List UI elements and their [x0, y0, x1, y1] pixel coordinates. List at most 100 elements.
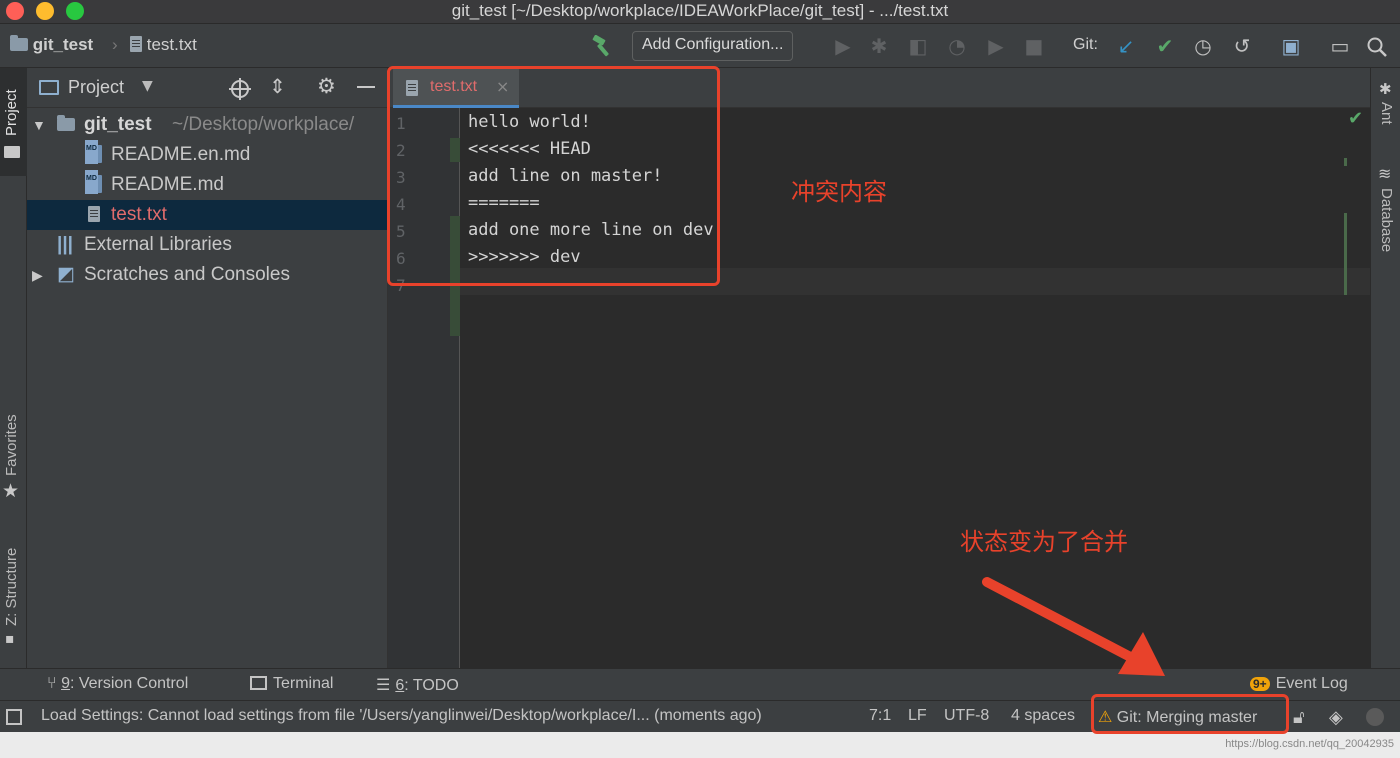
- folder-icon: [10, 35, 28, 51]
- root-path: ~/Desktop/workplace/: [172, 114, 355, 135]
- git-label: Git:: [1073, 36, 1098, 53]
- search-everywhere-icon[interactable]: [1366, 36, 1388, 58]
- breadcrumb-project[interactable]: git_test: [10, 35, 93, 55]
- git-rollback-icon[interactable]: ↺: [1230, 34, 1254, 58]
- inspector-icon[interactable]: ◈: [1329, 707, 1343, 728]
- inspection-ok-icon[interactable]: ✔: [1348, 108, 1363, 129]
- project-view-selector[interactable]: Project: [68, 77, 124, 98]
- terminal-label: Terminal: [273, 675, 334, 692]
- markdown-file-icon: [85, 170, 102, 194]
- tree-item-test-txt[interactable]: test.txt: [27, 200, 387, 230]
- project-panel-header: Project ▼ ⇕ ⚙: [27, 68, 387, 108]
- chevron-down-icon[interactable]: ▼: [32, 110, 46, 140]
- ant-tool-button[interactable]: Ant: [1378, 102, 1395, 125]
- todo-label: : TODO: [404, 677, 459, 694]
- scrollbar-marker: [1344, 158, 1347, 166]
- database-tool-button[interactable]: Database: [1378, 188, 1395, 252]
- status-annotation: 状态变为了合并: [960, 528, 1128, 556]
- database-icon: ≋: [1378, 164, 1392, 183]
- read-only-lock-icon[interactable]: 🔓︎: [1293, 707, 1305, 728]
- presentation-mode-icon[interactable]: ▭: [1328, 34, 1352, 58]
- chevron-right-icon[interactable]: ▶: [32, 260, 43, 290]
- stop-icon[interactable]: ■: [1022, 34, 1046, 58]
- tree-item-scratches[interactable]: ▶ ◩ Scratches and Consoles: [27, 260, 387, 290]
- hide-panel-icon[interactable]: [357, 86, 375, 88]
- breadcrumb-file[interactable]: test.txt: [130, 35, 197, 55]
- screenshot-footer: https://blog.csdn.net/qq_20042935: [0, 732, 1400, 758]
- project-tool-button[interactable]: Project: [3, 89, 20, 136]
- tree-item-external-libraries[interactable]: ||| External Libraries: [27, 230, 387, 260]
- event-log-label: Event Log: [1275, 675, 1348, 692]
- line-separator[interactable]: LF: [908, 707, 927, 725]
- memory-indicator-icon[interactable]: [1366, 708, 1384, 726]
- list-icon: ☰: [376, 677, 391, 694]
- terminal-icon: [250, 676, 267, 690]
- file-label: README.en.md: [111, 144, 251, 165]
- toggle-tool-windows-icon[interactable]: [6, 709, 22, 725]
- tree-root-git-test[interactable]: ▼ git_test ~/Desktop/workplace/: [27, 110, 387, 140]
- star-icon: ★: [2, 480, 20, 502]
- scrollbar-marker: [1344, 213, 1347, 295]
- event-log-tool[interactable]: 9+ Event Log: [1250, 675, 1348, 693]
- file-label: README.md: [111, 174, 224, 195]
- build-hammer-icon[interactable]: [590, 35, 614, 57]
- git-update-icon[interactable]: ↙: [1114, 34, 1138, 58]
- todo-tool[interactable]: ☰ 6: TODO: [376, 675, 459, 695]
- run-icon[interactable]: ▶: [831, 34, 855, 58]
- version-control-tool[interactable]: ⑂ 9: Version Control: [47, 675, 188, 693]
- version-control-label: : Version Control: [69, 675, 189, 692]
- indent-setting[interactable]: 4 spaces: [1011, 707, 1075, 725]
- file-label: test.txt: [111, 204, 167, 225]
- project-folder-icon: [4, 146, 20, 158]
- window-title: git_test [~/Desktop/workplace/IDEAWorkPl…: [451, 1, 949, 20]
- locate-icon[interactable]: [229, 78, 251, 100]
- structure-tool-button[interactable]: Z: Structure: [3, 548, 20, 626]
- tree-item-readme[interactable]: README.md: [27, 170, 387, 200]
- profile-icon[interactable]: ◔: [945, 34, 969, 58]
- scratches-label: Scratches and Consoles: [84, 264, 290, 285]
- ant-icon: ✱: [1379, 80, 1392, 98]
- markdown-file-icon: [85, 140, 102, 164]
- libraries-icon: |||: [57, 234, 73, 255]
- run-with-coverage-icon[interactable]: ◧: [906, 34, 930, 58]
- scratches-icon: ◩: [57, 264, 75, 285]
- conflict-annotation: 冲突内容: [791, 178, 887, 206]
- watermark: https://blog.csdn.net/qq_20042935: [1225, 738, 1394, 750]
- external-libraries-label: External Libraries: [84, 234, 232, 255]
- project-panel: Project ▼ ⇕ ⚙ ▼ git_test ~/Desktop/workp…: [27, 68, 387, 668]
- terminal-tool[interactable]: Terminal: [250, 675, 333, 693]
- version-control-number: 9: [61, 675, 70, 692]
- right-tool-strip: ✱ Ant ≋ Database: [1370, 68, 1400, 668]
- conflict-highlight-box: [387, 66, 720, 286]
- git-commit-icon[interactable]: ✔: [1153, 34, 1177, 58]
- left-tool-strip: Project Favorites ★ Z: Structure ▪: [0, 68, 27, 668]
- text-file-icon: [130, 36, 142, 52]
- collapse-all-icon[interactable]: ⇕: [269, 74, 286, 98]
- git-history-icon[interactable]: ◷: [1191, 34, 1215, 58]
- breadcrumb-project-label: git_test: [32, 35, 94, 54]
- gear-icon[interactable]: ⚙: [317, 74, 336, 98]
- main-toolbar: git_test › test.txt Add Configuration...…: [0, 24, 1400, 68]
- root-name: git_test: [84, 114, 152, 135]
- version-control-icon: ⑂: [47, 675, 57, 692]
- todo-number: 6: [395, 677, 405, 694]
- tree-item-readme-en[interactable]: README.en.md: [27, 140, 387, 170]
- text-file-icon: [88, 206, 100, 222]
- debug-icon[interactable]: ✱: [867, 34, 891, 58]
- git-status-highlight-box: [1091, 694, 1289, 734]
- favorites-tool-button[interactable]: Favorites: [3, 414, 20, 476]
- module-folder-icon: [57, 115, 75, 131]
- event-count-badge: 9+: [1250, 677, 1270, 691]
- caret-position[interactable]: 7:1: [869, 707, 891, 725]
- project-structure-icon[interactable]: ▣: [1279, 34, 1303, 58]
- run-anything-icon[interactable]: ▶: [984, 34, 1008, 58]
- project-view-icon: [39, 80, 59, 95]
- title-bar: git_test [~/Desktop/workplace/IDEAWorkPl…: [0, 0, 1400, 24]
- structure-icon: ▪: [5, 631, 15, 647]
- file-encoding[interactable]: UTF-8: [944, 707, 989, 725]
- add-configuration-button[interactable]: Add Configuration...: [632, 31, 794, 61]
- breadcrumb-file-label: test.txt: [146, 35, 197, 54]
- status-message[interactable]: Load Settings: Cannot load settings from…: [41, 707, 762, 725]
- chevron-down-icon[interactable]: ▼: [142, 78, 153, 94]
- breadcrumb-separator-icon: ›: [112, 35, 118, 54]
